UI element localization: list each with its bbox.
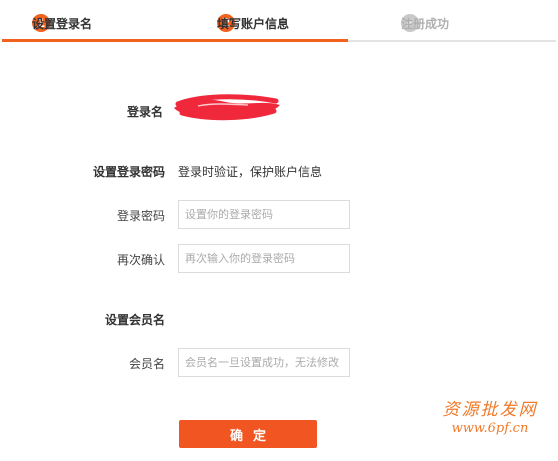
site-watermark: 资源批发网 www.6pf.cn (430, 400, 550, 438)
step-1-set-login-name: 1 设置登录名 (32, 12, 92, 34)
member-section-title: 设置会员名 (105, 313, 166, 327)
password-section-hint: 登录时验证，保护账户信息 (178, 165, 323, 179)
confirm-password-input[interactable] (178, 244, 350, 273)
progress-bar-completed (2, 39, 348, 42)
confirm-button[interactable]: 确定 (179, 420, 317, 448)
watermark-url: www.6pf.cn (451, 421, 529, 437)
register-page: 1 设置登录名 2 填写账户信息 ✓ 注册成功 登录名 设置登录密码 登录时验证… (0, 0, 558, 461)
step-2-label: 填写账户信息 (217, 16, 290, 31)
confirm-password-label: 再次确认 (117, 253, 166, 267)
step-1-label: 设置登录名 (32, 16, 93, 31)
password-input[interactable] (178, 200, 350, 229)
password-section-title: 设置登录密码 (93, 165, 166, 179)
password-label: 登录密码 (117, 209, 166, 223)
member-name-label: 会员名 (129, 357, 166, 371)
step-3-register-success: ✓ 注册成功 (401, 12, 449, 34)
step-3-label: 注册成功 (401, 16, 450, 31)
step-2-account-info: 2 填写账户信息 (217, 12, 289, 34)
watermark-title: 资源批发网 (442, 400, 538, 420)
login-name-label: 登录名 (127, 105, 164, 119)
member-name-input[interactable] (178, 348, 350, 377)
step-progress-bar: 1 设置登录名 2 填写账户信息 ✓ 注册成功 (0, 0, 558, 44)
login-name-redaction-scribble (174, 94, 280, 121)
progress-bar-remaining (348, 40, 556, 42)
